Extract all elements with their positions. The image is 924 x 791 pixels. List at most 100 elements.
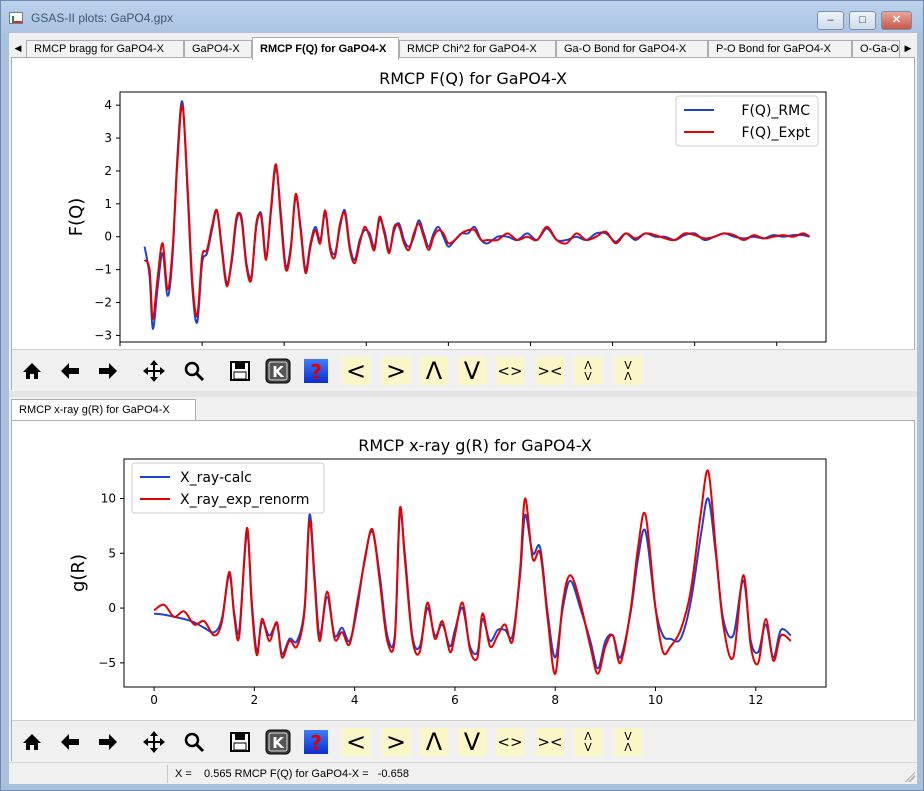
gr-chart[interactable]: 0 2 4 6 8 10 12 −5 0 5 10 RMCP x-ray g(R) for GaP…: [12, 421, 914, 720]
shift-right-button[interactable]: >: [382, 357, 410, 385]
close-button[interactable]: ✕: [881, 11, 912, 30]
shrink-y-icon: V Λ: [624, 359, 632, 383]
zoom-button[interactable]: [180, 357, 208, 385]
x-tick-label: 8: [551, 693, 559, 707]
shift-left-icon: <: [345, 728, 367, 756]
gr-plot-canvas[interactable]: 0 2 4 6 8 10 12 −5 0 5 10 RMCP x-ray g(R) for GaP…: [12, 421, 914, 720]
help-button[interactable]: ?: [302, 728, 330, 756]
zoom-icon: [183, 731, 205, 753]
keyboard-k-icon: K: [265, 358, 291, 384]
forward-arrow-button[interactable]: [94, 728, 122, 756]
x-tick-label: 0: [150, 693, 158, 707]
zoom-button[interactable]: [180, 728, 208, 756]
app-window: GSAS-II plots: GaPO4.gpx – □ ✕ ◀ RMCP br…: [0, 0, 924, 791]
x-tick-label: 6: [451, 693, 459, 707]
pane-splitter[interactable]: [9, 391, 917, 397]
chart-title: RMCP F(Q) for GaPO4-X: [379, 69, 567, 88]
shift-down-icon: V: [463, 357, 481, 385]
save-button[interactable]: [226, 728, 254, 756]
back-arrow-button[interactable]: [56, 357, 84, 385]
app-icon: [9, 12, 23, 24]
expand-y-icon: Λ V: [584, 359, 592, 383]
shift-left-button[interactable]: <: [342, 357, 370, 385]
pan-icon: [142, 730, 166, 754]
shrink-y-button[interactable]: V Λ: [614, 728, 642, 756]
shrink-x-button[interactable]: ><: [536, 357, 564, 385]
home-button[interactable]: [18, 728, 46, 756]
shrink-y-button[interactable]: V Λ: [614, 357, 642, 385]
legend-label: F(Q)_Expt: [741, 125, 810, 141]
shrink-x-button[interactable]: ><: [536, 728, 564, 756]
x-tick-label: 4: [351, 693, 359, 707]
shift-up-button[interactable]: Λ: [420, 728, 448, 756]
svg-text:?: ?: [310, 360, 322, 384]
expand-y-button[interactable]: Λ V: [574, 728, 602, 756]
minimize-button[interactable]: –: [817, 11, 844, 30]
help-icon: ?: [303, 729, 329, 755]
expand-x-icon: <>: [497, 361, 523, 380]
cursor-readout: X = 0.565 RMCP F(Q) for GaPO4-X = -0.658: [175, 768, 409, 780]
y-tick-label: 0: [108, 601, 116, 615]
back-arrow-button[interactable]: [56, 728, 84, 756]
y-tick-label: 0: [104, 230, 112, 244]
y-tick-label: 5: [108, 546, 116, 560]
y-tick-label: 10: [101, 491, 116, 505]
back-arrow-icon: [59, 361, 81, 381]
shrink-x-icon: ><: [537, 732, 563, 751]
save-icon: [229, 731, 251, 753]
shift-down-button[interactable]: V: [458, 357, 486, 385]
window-title: GSAS-II plots: GaPO4.gpx: [31, 11, 174, 25]
resize-grip-icon[interactable]: [905, 772, 915, 782]
tab-rmcp-xray-gr[interactable]: RMCP x-ray g(R) for GaPO4-X: [11, 399, 196, 420]
home-button[interactable]: [18, 357, 46, 385]
shift-up-button[interactable]: Λ: [420, 357, 448, 385]
tab-rmcp-fq[interactable]: RMCP F(Q) for GaPO4-X: [252, 37, 399, 60]
forward-arrow-button[interactable]: [94, 357, 122, 385]
forward-arrow-icon: [97, 361, 119, 381]
keyboard-k-icon: K: [265, 729, 291, 755]
status-separator: [167, 765, 168, 783]
lower-plot-panel: 0 2 4 6 8 10 12 −5 0 5 10 RMCP x-ray g(R) for GaP…: [11, 420, 916, 761]
legend-label: X_ray-calc: [180, 470, 252, 486]
save-button[interactable]: [226, 357, 254, 385]
shift-down-button[interactable]: V: [458, 728, 486, 756]
zoom-icon: [183, 360, 205, 382]
help-button[interactable]: ?: [302, 357, 330, 385]
maximize-button[interactable]: □: [849, 11, 876, 30]
y-tick-label: −1: [94, 263, 112, 277]
keyboard-k-button[interactable]: K: [264, 728, 292, 756]
home-icon: [21, 361, 43, 381]
home-icon: [21, 732, 43, 752]
expand-x-button[interactable]: <>: [496, 728, 524, 756]
shift-right-icon: >: [385, 357, 407, 385]
y-axis-label: g(R): [68, 554, 89, 592]
fq-chart[interactable]: 0.02.55.07.510.012.515.017.520.0 −3−2−10…: [12, 58, 914, 362]
keyboard-k-button[interactable]: K: [264, 357, 292, 385]
expand-y-button[interactable]: Λ V: [574, 357, 602, 385]
tab-scroll-left-button[interactable]: ◀: [11, 39, 25, 57]
upper-tab-strip: ◀ RMCP bragg for GaPO4-X GaPO4-X RMCP F(…: [9, 36, 917, 60]
y-tick-label: 2: [104, 164, 112, 178]
svg-text:K: K: [272, 363, 285, 381]
tab-scroll-right-button[interactable]: ▶: [901, 39, 915, 57]
pan-icon: [142, 359, 166, 383]
fq-plot-canvas[interactable]: 0.02.55.07.510.012.515.017.520.0 −3−2−10…: [12, 58, 914, 362]
shift-up-icon: Λ: [425, 728, 443, 756]
chart-title: RMCP x-ray g(R) for GaPO4-X: [358, 436, 592, 455]
legend-label: X_ray_exp_renorm: [180, 492, 309, 508]
expand-x-button[interactable]: <>: [496, 357, 524, 385]
pan-button[interactable]: [140, 728, 168, 756]
status-bar: X = 0.565 RMCP F(Q) for GaPO4-X = -0.658: [9, 762, 917, 784]
svg-text:?: ?: [310, 731, 322, 755]
legend-label: F(Q)_RMC: [741, 103, 810, 119]
pan-button[interactable]: [140, 357, 168, 385]
expand-x-icon: <>: [497, 732, 523, 751]
upper-plot-panel: 0.02.55.07.510.012.515.017.520.0 −3−2−10…: [11, 57, 916, 390]
shrink-x-icon: ><: [537, 361, 563, 380]
shift-right-button[interactable]: >: [382, 728, 410, 756]
svg-text:K: K: [272, 734, 285, 752]
title-bar[interactable]: GSAS-II plots: GaPO4.gpx – □ ✕: [1, 1, 923, 33]
shift-left-button[interactable]: <: [342, 728, 370, 756]
forward-arrow-icon: [97, 732, 119, 752]
y-tick-label: −5: [98, 656, 116, 670]
